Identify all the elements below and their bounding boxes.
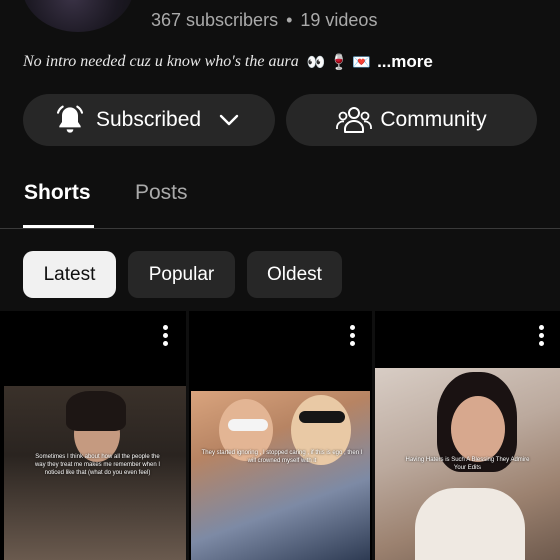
bell-icon: [56, 105, 84, 133]
more-link[interactable]: ...more: [377, 52, 433, 72]
sunglasses: [228, 419, 268, 431]
video-count: 19 videos: [300, 10, 378, 30]
short-thumbnail: Having Haters is Such A Blessing They Ad…: [375, 368, 560, 560]
chip-oldest[interactable]: Oldest: [247, 251, 342, 298]
description-emoji: 👀 🍷 💌: [306, 54, 372, 71]
short-thumbnail: They started ignoring , I stopped caring…: [191, 391, 370, 560]
short-caption: Sometimes I think about how all the peop…: [34, 454, 161, 476]
thumbnail-person: [451, 396, 505, 462]
more-vert-icon[interactable]: [539, 325, 545, 347]
channel-description[interactable]: No intro needed cuz u know who's the aur…: [23, 52, 433, 72]
short-tile[interactable]: Having Haters is Such A Blessing They Ad…: [375, 311, 560, 560]
short-thumbnail: Sometimes I think about how all the peop…: [4, 386, 186, 560]
short-tile[interactable]: They started ignoring , I stopped caring…: [189, 311, 372, 560]
tab-shorts[interactable]: Shorts: [24, 181, 91, 205]
subscriber-count: 367 subscribers: [151, 10, 279, 30]
sunglasses: [299, 411, 345, 423]
people-icon: [336, 107, 373, 133]
stats-separator: •: [286, 10, 293, 30]
subscribed-label: Subscribed: [96, 108, 202, 131]
short-tile[interactable]: Sometimes I think about how all the peop…: [0, 311, 186, 560]
channel-stats: 367 subscribers • 19 videos: [151, 10, 377, 31]
description-text: No intro needed cuz u know who's the aur…: [23, 53, 299, 70]
short-caption: They started ignoring , I stopped caring…: [201, 450, 363, 464]
tab-posts[interactable]: Posts: [135, 181, 188, 205]
subscribed-button[interactable]: Subscribed: [23, 94, 275, 146]
thumbnail-clothing: [415, 488, 525, 560]
channel-avatar[interactable]: [22, 0, 134, 32]
more-vert-icon[interactable]: [350, 325, 356, 347]
community-button[interactable]: Community: [286, 94, 537, 146]
chip-latest[interactable]: Latest: [23, 251, 116, 298]
chevron-down-icon: [219, 114, 239, 126]
more-vert-icon[interactable]: [163, 325, 169, 347]
community-label: Community: [380, 108, 487, 131]
chip-popular[interactable]: Popular: [128, 251, 235, 298]
tabs-divider: [0, 228, 560, 229]
short-caption: Having Haters is Such A Blessing They Ad…: [405, 457, 530, 471]
thumbnail-hair: [66, 391, 126, 431]
